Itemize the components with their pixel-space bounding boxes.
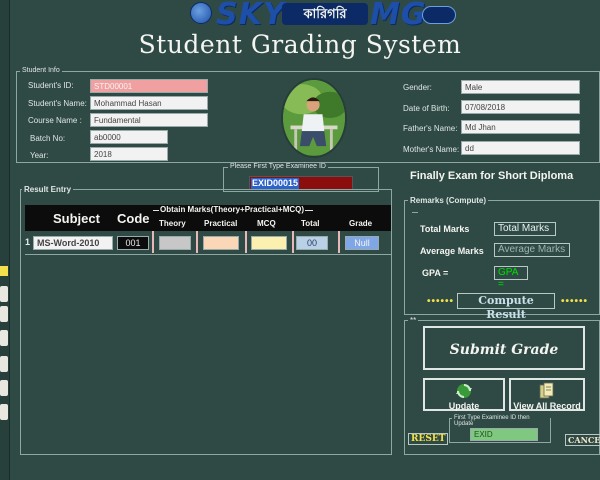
logo-text: SKY <box>216 0 286 32</box>
exam-title: Finally Exam for Short Diploma <box>410 170 574 182</box>
update-examinee-group-label: First Type Examinee ID then Update <box>452 415 550 427</box>
student-name-label: Student's Name: <box>28 99 87 108</box>
reset-button[interactable]: RESET <box>408 433 449 445</box>
gender-label: Gender: <box>403 83 432 92</box>
logo-globe-icon <box>190 2 212 24</box>
total-marks-output: Total Marks <box>494 222 556 236</box>
desktop-edge-item <box>0 286 8 302</box>
view-all-record-label: View All Record <box>513 401 581 411</box>
column-divider <box>338 231 340 253</box>
desktop-edge-item <box>0 330 8 346</box>
examinee-id-value: EXID00015 <box>251 178 300 189</box>
student-id-label: Student's ID: <box>28 81 74 90</box>
header-code: Code <box>117 211 150 226</box>
dob-field[interactable]: 07/08/2018 <box>461 100 580 114</box>
column-divider <box>152 231 154 253</box>
header-grade: Grade <box>349 219 373 228</box>
table-row: 1 MS-Word-2010 001 00 Null <box>25 231 391 253</box>
mother-name-label: Mother's Name: <box>403 145 460 154</box>
batch-no-label: Batch No: <box>30 134 66 143</box>
row-divider <box>25 254 391 255</box>
student-id-field[interactable]: STD00001 <box>90 79 208 93</box>
student-photo <box>281 78 347 158</box>
compute-result-button[interactable]: Compute Result <box>457 293 555 321</box>
submit-grade-label: Submit Grade <box>449 342 559 358</box>
header-mcq: MCQ <box>257 219 276 228</box>
header-total: Total <box>301 219 320 228</box>
refresh-icon <box>456 384 472 398</box>
student-info-group-label: Student Info <box>20 67 62 74</box>
course-name-label: Course Name : <box>28 116 82 125</box>
grade-output: Null <box>345 236 379 250</box>
theory-input[interactable] <box>159 236 191 250</box>
year-field[interactable]: 2018 <box>90 147 168 161</box>
update-label: Update <box>448 401 480 411</box>
update-button[interactable]: Update <box>423 378 505 411</box>
mcq-input[interactable] <box>251 236 287 250</box>
update-examinee-id-input[interactable]: EXID <box>470 428 538 441</box>
result-entry-group-label: Result Entry <box>22 185 74 194</box>
total-marks-label: Total Marks <box>420 224 470 234</box>
column-divider <box>292 231 294 253</box>
header-subject: Subject <box>53 211 100 226</box>
examinee-id-input[interactable]: EXID00015 <box>249 176 353 190</box>
cancel-button[interactable]: CANCEL <box>565 434 600 446</box>
batch-no-field[interactable]: ab0000 <box>90 130 168 144</box>
father-name-field[interactable]: Md Jhan <box>461 120 580 134</box>
examinee-id-group-label: Please First Type Examinee ID <box>228 163 328 170</box>
subject-field[interactable]: MS-Word-2010 <box>33 236 113 250</box>
header-obtain-marks: Obtain Marks(Theory+Practical+MCQ) <box>159 205 306 214</box>
course-name-field[interactable]: Fundamental <box>90 113 208 127</box>
decorative-dots-right: •••••• <box>561 296 589 307</box>
remarks-group-label: Remarks (Compute) <box>408 196 489 205</box>
gpa-label: GPA = <box>422 268 449 278</box>
header-theory: Theory <box>159 219 186 228</box>
logo-tail-badge <box>422 6 456 24</box>
column-divider <box>245 231 247 253</box>
logo-tail-text: MG <box>370 0 427 32</box>
father-name-label: Father's Name: <box>403 124 458 133</box>
practical-input[interactable] <box>203 236 239 250</box>
page-title: Student Grading System <box>138 30 462 59</box>
logo-mark-badge: কারিগরি <box>282 3 368 25</box>
student-name-field[interactable]: Mohammad Hasan <box>90 96 208 110</box>
dob-label: Date of Birth: <box>403 104 450 113</box>
decorative-dots-left: •••••• <box>427 296 455 307</box>
student-photo-image <box>283 80 345 156</box>
header-practical: Practical <box>204 219 238 228</box>
desktop-edge-item <box>0 404 8 420</box>
mother-name-field[interactable]: dd <box>461 141 580 155</box>
gender-field[interactable]: Male <box>461 80 580 94</box>
desktop-edge-item <box>0 266 8 276</box>
remarks-inner-rule <box>412 212 418 213</box>
desktop-edge-item <box>0 306 8 322</box>
year-label: Year: <box>30 151 49 160</box>
result-table-header: Subject Code Obtain Marks(Theory+Practic… <box>25 205 391 231</box>
desktop-edge-item <box>0 356 8 372</box>
code-field[interactable]: 001 <box>117 236 149 250</box>
actions-group-label: ** <box>408 316 419 325</box>
desktop-edge-item <box>0 380 8 396</box>
average-marks-output: Average Marks <box>494 243 570 257</box>
obtain-marks-header: Obtain Marks(Theory+Practical+MCQ) Theor… <box>151 205 391 231</box>
submit-grade-button[interactable]: Submit Grade <box>423 326 585 370</box>
average-marks-label: Average Marks <box>420 246 484 256</box>
total-output: 00 <box>296 236 328 250</box>
row-index: 1 <box>25 237 31 247</box>
documents-icon <box>539 382 554 399</box>
column-divider <box>196 231 198 253</box>
view-all-record-button[interactable]: View All Record <box>509 378 585 411</box>
gpa-output: GPA = <box>494 266 528 290</box>
brand-logo: SKY কারিগরি MG <box>190 0 458 32</box>
logo-mark-text: কারিগরি <box>303 6 347 21</box>
